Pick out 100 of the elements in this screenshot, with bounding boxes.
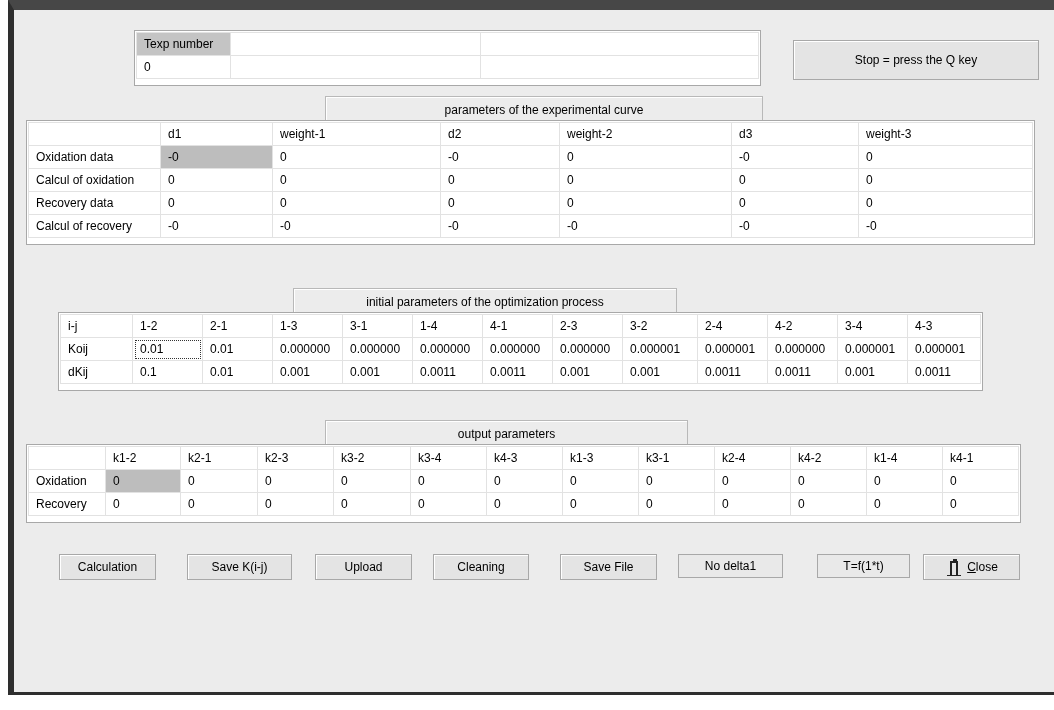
table-cell[interactable]: 0	[559, 145, 732, 169]
table-cell[interactable]: -0	[440, 145, 560, 169]
table-cell[interactable]: 0	[559, 191, 732, 215]
column-header: 2-3	[552, 314, 623, 338]
toggle-button[interactable]: No delta1	[678, 554, 783, 578]
column-header: 3-1	[342, 314, 413, 338]
table-cell[interactable]: 0	[410, 469, 487, 493]
column-header: k4-2	[790, 446, 867, 470]
table-cell[interactable]: 0.0011	[412, 360, 483, 384]
table-cell[interactable]: 0.001	[552, 360, 623, 384]
column-header: 1-3	[272, 314, 343, 338]
table-cell[interactable]: 0	[559, 168, 732, 192]
table-cell[interactable]: 0.000000	[342, 337, 413, 361]
row-header: dKij	[60, 360, 133, 384]
table-cell[interactable]: 0.001	[837, 360, 908, 384]
table-cell[interactable]: -0	[731, 145, 859, 169]
table-cell[interactable]: 0.001	[272, 360, 343, 384]
column-header: 1-2	[132, 314, 203, 338]
table-cell[interactable]: 0	[638, 492, 715, 516]
table-cell[interactable]: 0	[272, 145, 441, 169]
column-header: d3	[731, 122, 859, 146]
table-cell[interactable]: -0	[440, 214, 560, 238]
table-cell[interactable]: -0	[731, 214, 859, 238]
table-cell: 0	[136, 55, 231, 79]
table-cell[interactable]: -0	[272, 214, 441, 238]
table-cell[interactable]: 0	[942, 469, 1019, 493]
table-cell[interactable]: 0	[866, 469, 943, 493]
row-header: Oxidation	[28, 469, 106, 493]
table-cell[interactable]: 0.000001	[697, 337, 768, 361]
table-cell[interactable]: 0	[790, 492, 867, 516]
table-cell[interactable]: 0	[440, 191, 560, 215]
table-cell[interactable]: 0	[638, 469, 715, 493]
table-cell[interactable]: 0	[180, 492, 258, 516]
table-cell[interactable]: 0	[714, 469, 791, 493]
column-header: 4-3	[907, 314, 981, 338]
formula-button[interactable]: T=f(1*t)	[817, 554, 910, 578]
table-cell[interactable]: 0.01	[132, 337, 203, 361]
table-cell[interactable]: 0	[410, 492, 487, 516]
table-cell[interactable]: 0	[440, 168, 560, 192]
column-header: k1-2	[105, 446, 181, 470]
table-cell[interactable]: 0	[160, 168, 273, 192]
table-cell[interactable]: 0.000000	[412, 337, 483, 361]
table-cell[interactable]: 0	[272, 168, 441, 192]
cleaning-button[interactable]: Cleaning	[433, 554, 529, 580]
table-cell[interactable]: 0	[257, 469, 334, 493]
table-cell[interactable]: 0.000000	[767, 337, 838, 361]
table-cell[interactable]: -0	[858, 214, 1033, 238]
table-cell[interactable]: 0	[257, 492, 334, 516]
table-cell[interactable]: 0	[160, 191, 273, 215]
table-cell[interactable]: 0	[486, 492, 563, 516]
column-header: 2-4	[697, 314, 768, 338]
column-header: i-j	[60, 314, 133, 338]
section-caption: output parameters	[325, 420, 688, 444]
table-cell[interactable]: 0	[942, 492, 1019, 516]
table-cell[interactable]: -0	[559, 214, 732, 238]
table-cell[interactable]: 0.000001	[837, 337, 908, 361]
table-cell[interactable]: 0	[562, 492, 639, 516]
save-file-button[interactable]: Save File	[560, 554, 657, 580]
table-cell[interactable]: 0.01	[202, 360, 273, 384]
table-cell[interactable]: 0	[105, 492, 181, 516]
table-cell[interactable]: 0	[486, 469, 563, 493]
row-header: Calcul of oxidation	[28, 168, 161, 192]
upload-button[interactable]: Upload	[315, 554, 412, 580]
table-cell[interactable]: 0	[333, 492, 411, 516]
table-cell[interactable]: 0.001	[622, 360, 698, 384]
table-cell[interactable]: 0.01	[202, 337, 273, 361]
table-cell[interactable]: 0	[333, 469, 411, 493]
table-cell[interactable]: 0.000001	[622, 337, 698, 361]
table-cell[interactable]: 0.000000	[552, 337, 623, 361]
table-cell[interactable]: -0	[160, 214, 273, 238]
column-header: 3-4	[837, 314, 908, 338]
table-cell[interactable]: 0.0011	[767, 360, 838, 384]
table-cell[interactable]: 0	[731, 168, 859, 192]
close-button[interactable]: Close	[923, 554, 1020, 580]
save-button[interactable]: Save K(i-j)	[187, 554, 292, 580]
table-cell[interactable]: 0	[562, 469, 639, 493]
column-header: d2	[440, 122, 560, 146]
calculation-button[interactable]: Calculation	[59, 554, 156, 580]
column-header: Texp number	[136, 32, 231, 56]
table-cell[interactable]: 0.0011	[907, 360, 981, 384]
table-cell[interactable]: 0.000000	[272, 337, 343, 361]
column-header: k2-4	[714, 446, 791, 470]
row-header: Calcul of recovery	[28, 214, 161, 238]
table-cell[interactable]: 0.000000	[482, 337, 553, 361]
table-cell[interactable]: 0	[858, 145, 1033, 169]
table-cell[interactable]: 0	[858, 168, 1033, 192]
table-cell[interactable]: 0	[790, 469, 867, 493]
table-cell[interactable]: 0.000001	[907, 337, 981, 361]
table-cell[interactable]: 0	[272, 191, 441, 215]
table-cell[interactable]: 0.0011	[697, 360, 768, 384]
table-cell[interactable]: 0.001	[342, 360, 413, 384]
table-cell[interactable]: 0	[180, 469, 258, 493]
table-cell[interactable]: 0	[866, 492, 943, 516]
table-cell[interactable]: 0.1	[132, 360, 203, 384]
table-cell[interactable]: 0	[714, 492, 791, 516]
stop-button[interactable]: Stop = press the Q key	[793, 40, 1039, 80]
table-cell[interactable]: 0.0011	[482, 360, 553, 384]
table-cell[interactable]: 0	[731, 191, 859, 215]
table-cell[interactable]: 0	[858, 191, 1033, 215]
table-cell[interactable]: -0	[160, 145, 273, 169]
